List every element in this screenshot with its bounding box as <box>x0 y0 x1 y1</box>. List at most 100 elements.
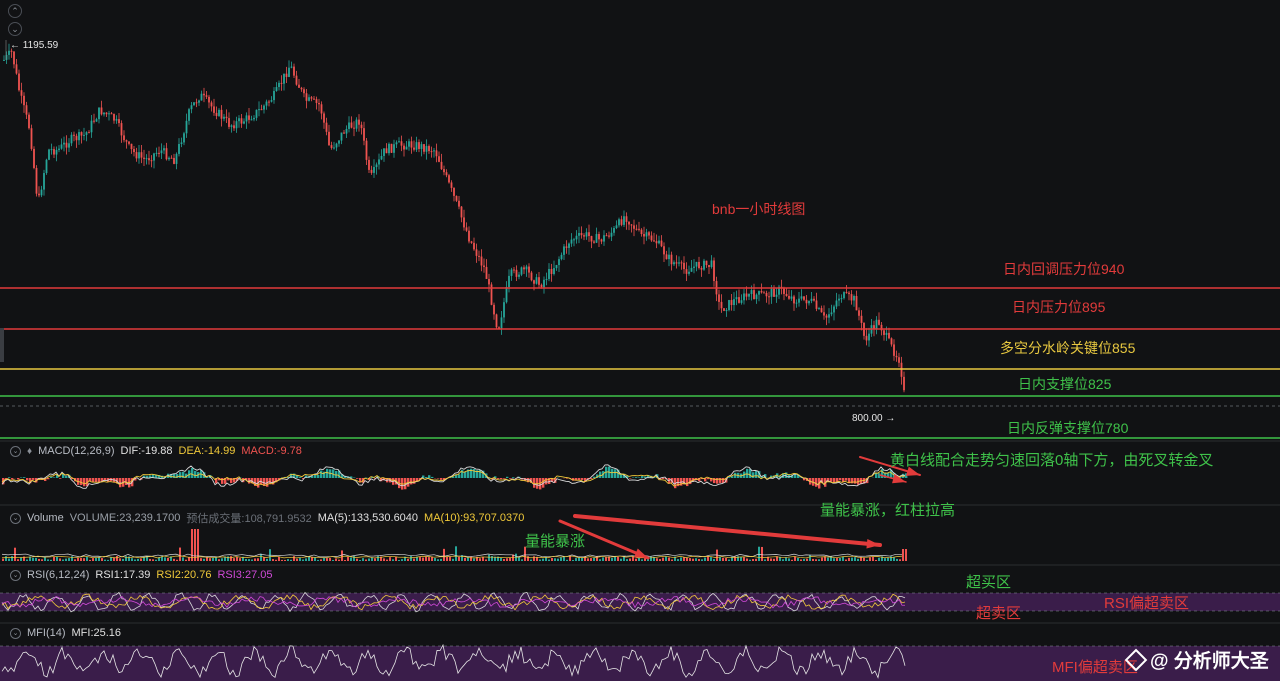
candle-body <box>38 193 40 196</box>
scroll-handle <box>0 328 4 362</box>
volume-bar <box>593 557 595 561</box>
candle-body <box>58 148 60 150</box>
candle-body <box>658 240 660 244</box>
volume-bar <box>80 558 82 561</box>
candle-body <box>800 296 803 299</box>
candle-body <box>70 134 73 144</box>
candle-body <box>333 147 335 149</box>
candle-body <box>608 235 610 237</box>
candle-body <box>670 254 673 265</box>
candle-body <box>305 93 308 101</box>
chevron-up-icon[interactable]: ⌃ <box>8 4 22 18</box>
macd-header: ⌄ ♦ MACD(12,26,9) DIF:-19.88 DEA:-14.99 … <box>10 445 302 457</box>
eye-icon[interactable]: ⌄ <box>10 627 21 639</box>
candle-body <box>328 131 330 146</box>
volume-bar <box>164 557 166 561</box>
eye-icon[interactable]: ⌄ <box>10 445 21 457</box>
volume-bar <box>422 557 424 561</box>
candle-body <box>740 300 743 303</box>
macd-bar <box>80 478 83 486</box>
candle-body <box>890 338 893 345</box>
volume-bar <box>104 559 106 561</box>
candle-body <box>418 142 420 149</box>
volume-bar <box>284 559 286 561</box>
volume-bar <box>878 557 880 561</box>
volume-bar <box>83 558 85 561</box>
volume-bar <box>182 557 184 561</box>
candle-body <box>553 268 555 274</box>
macd-dea: DEA:-14.99 <box>178 445 236 457</box>
candle-body <box>688 271 690 274</box>
volume-bar <box>746 558 748 561</box>
candle-body <box>310 97 313 99</box>
chevron-down-icon[interactable]: ⌄ <box>8 22 22 36</box>
volume-bar <box>815 559 817 561</box>
volume-bar <box>821 557 823 561</box>
candle-body <box>713 260 715 282</box>
candle-body <box>745 293 748 297</box>
candle-body <box>23 95 25 106</box>
eye-icon[interactable]: ⌄ <box>10 569 21 581</box>
volume-bar <box>209 558 211 561</box>
candle-body <box>693 266 695 268</box>
volume-bar <box>281 559 283 561</box>
volume-bar <box>221 558 223 561</box>
volume-annotation-left: 量能暴涨 <box>525 533 586 550</box>
candle-body <box>448 175 450 183</box>
volume-bar <box>668 557 670 561</box>
candle-body <box>655 241 658 244</box>
candle-body <box>743 293 745 301</box>
volume-bar <box>32 557 34 561</box>
volume-bar <box>272 559 274 561</box>
candle-body <box>265 101 268 106</box>
candle-body <box>53 149 55 155</box>
candle-body <box>595 233 598 243</box>
candle-body <box>78 132 80 141</box>
candle-body <box>183 133 185 143</box>
candle-body <box>155 152 158 154</box>
candle-body <box>690 267 693 272</box>
candle-body <box>380 155 383 160</box>
volume-bar <box>419 557 421 561</box>
candle-body <box>325 122 328 132</box>
candle-body <box>25 105 28 115</box>
candle-body <box>858 310 860 316</box>
candle-body <box>770 288 773 297</box>
candle-body <box>410 141 413 148</box>
volume-bar <box>875 559 877 561</box>
candle-body <box>633 225 635 229</box>
volume-bar <box>386 559 388 561</box>
macd-bar <box>53 477 56 478</box>
eye-icon[interactable]: ⌄ <box>10 512 21 524</box>
candle-body <box>360 124 363 129</box>
candle-body <box>738 297 740 303</box>
candle-body <box>130 143 133 150</box>
volume-bar <box>452 558 454 561</box>
candle-body <box>815 300 818 309</box>
volume-bar <box>92 558 94 561</box>
candle-body <box>143 157 145 159</box>
candle-body <box>163 148 165 151</box>
candle-body <box>900 362 903 377</box>
candle-body <box>295 75 298 85</box>
volume-bar <box>869 557 871 561</box>
candle-body <box>488 278 490 285</box>
candle-body <box>450 182 453 188</box>
candle-body <box>573 239 575 241</box>
macd-bar <box>32 478 35 480</box>
volume-bar <box>701 559 703 561</box>
candle-body <box>258 109 260 111</box>
volume-bar <box>299 557 301 561</box>
volume-bar <box>131 558 133 561</box>
volume-bar <box>707 556 709 561</box>
volume-bar <box>542 558 544 561</box>
volume-bar <box>602 557 604 561</box>
volume-bar <box>137 558 139 561</box>
volume-bar <box>362 558 364 561</box>
candle-body <box>535 277 538 284</box>
bell-icon[interactable]: ♦ <box>27 446 32 457</box>
volume-bar <box>686 557 688 561</box>
volume-bar <box>128 556 130 561</box>
mfi-value: MFI:25.16 <box>71 627 122 639</box>
volume-bar <box>458 556 460 561</box>
